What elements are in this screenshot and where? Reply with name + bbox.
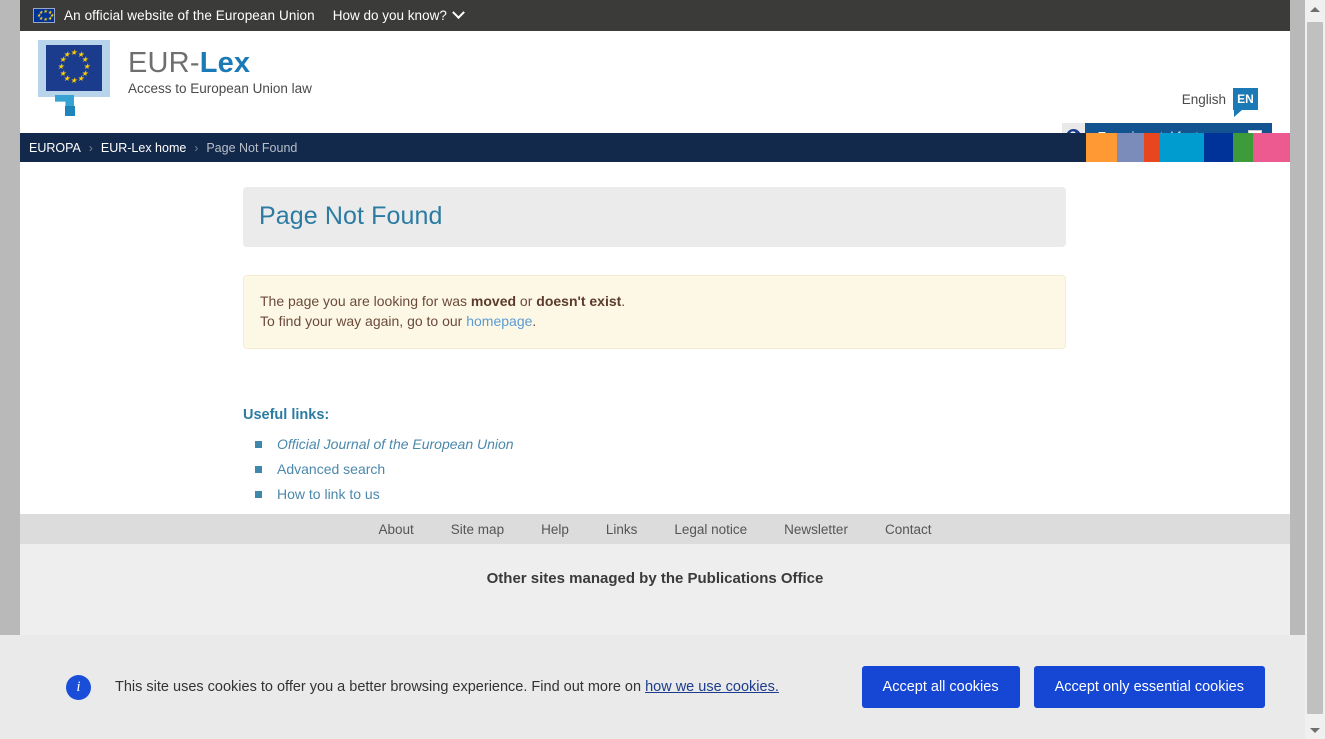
breadcrumb-separator-icon: › bbox=[194, 141, 198, 155]
footer-link-site-map[interactable]: Site map bbox=[451, 522, 504, 537]
main-content: Page Not Found The page you are looking … bbox=[20, 162, 1290, 514]
accept-essential-cookies-button[interactable]: Accept only essential cookies bbox=[1034, 666, 1265, 708]
eurlex-logo-link[interactable]: ★ ★ ★ ★ ★ ★ ★ ★ ★ ★ ★ ★ bbox=[33, 40, 312, 116]
footer-link-contact[interactable]: Contact bbox=[885, 522, 932, 537]
language-label: English bbox=[1182, 92, 1226, 107]
color-stripe bbox=[1160, 133, 1204, 162]
useful-links-section: Useful links: Official Journal of the Eu… bbox=[243, 407, 1066, 507]
page-title-banner: Page Not Found bbox=[243, 187, 1066, 247]
brand-title: EUR-Lex bbox=[128, 47, 250, 79]
cookie-consent-banner: i This site uses cookies to offer you a … bbox=[0, 635, 1325, 739]
alert-text-1: The page you are looking for was bbox=[260, 293, 471, 309]
footer-link-links[interactable]: Links bbox=[606, 522, 638, 537]
alert-line-2: To find your way again, go to our homepa… bbox=[260, 311, 1049, 331]
brand-block: EUR-Lex Access to European Union law bbox=[128, 40, 312, 96]
alert-bold-doesnt-exist: doesn't exist bbox=[536, 293, 621, 309]
footer-navigation: About Site map Help Links Legal notice N… bbox=[20, 514, 1290, 544]
alert-line-1: The page you are looking for was moved o… bbox=[260, 291, 1049, 311]
square-bullet-icon bbox=[255, 491, 262, 498]
footer-link-about[interactable]: About bbox=[379, 522, 414, 537]
link-how-to-link-to-us[interactable]: How to link to us bbox=[277, 486, 380, 502]
brand-primary: EUR- bbox=[128, 47, 200, 79]
footer-link-newsletter[interactable]: Newsletter bbox=[784, 522, 848, 537]
useful-links-list: Official Journal of the European Union A… bbox=[243, 432, 1066, 507]
scroll-down-arrow-icon[interactable] bbox=[1305, 721, 1325, 739]
alert-text-2: or bbox=[516, 293, 536, 309]
cookie-actions: Accept all cookies Accept only essential… bbox=[862, 666, 1265, 708]
vertical-scrollbar[interactable] bbox=[1305, 0, 1325, 739]
link-advanced-search[interactable]: Advanced search bbox=[277, 461, 385, 477]
accept-all-cookies-button[interactable]: Accept all cookies bbox=[862, 666, 1020, 708]
color-stripe bbox=[1204, 133, 1233, 162]
page-content: ★ ★ ★ ★ ★ ★ ★ ★ An official website of t… bbox=[20, 0, 1290, 739]
color-stripe bbox=[1117, 133, 1144, 162]
decorative-color-stripes bbox=[1086, 133, 1290, 162]
footer-link-legal-notice[interactable]: Legal notice bbox=[674, 522, 747, 537]
square-bullet-icon bbox=[255, 441, 262, 448]
brand-tagline: Access to European Union law bbox=[128, 81, 312, 96]
link-official-journal[interactable]: Official Journal of the European Union bbox=[277, 436, 514, 452]
list-item: Advanced search bbox=[255, 457, 1066, 482]
breadcrumb-separator-icon: › bbox=[89, 141, 93, 155]
brand-accent: Lex bbox=[200, 47, 251, 79]
browser-viewport: ★ ★ ★ ★ ★ ★ ★ ★ An official website of t… bbox=[0, 0, 1325, 739]
breadcrumb-item-europa[interactable]: EUROPA bbox=[29, 141, 81, 155]
breadcrumb-item-current: Page Not Found bbox=[206, 141, 297, 155]
breadcrumb: EUROPA › EUR-Lex home › Page Not Found bbox=[20, 133, 1290, 162]
how-do-you-know-label: How do you know? bbox=[333, 8, 447, 23]
scrollbar-thumb[interactable] bbox=[1307, 22, 1323, 714]
color-stripe bbox=[1253, 133, 1290, 162]
alert-text-3: . bbox=[621, 293, 625, 309]
site-header: ★ ★ ★ ★ ★ ★ ★ ★ ★ ★ ★ ★ bbox=[20, 31, 1290, 133]
eurlex-speech-bubble-logo: ★ ★ ★ ★ ★ ★ ★ ★ ★ ★ ★ ★ bbox=[33, 40, 116, 116]
alert-text-5: . bbox=[532, 313, 536, 329]
alert-bold-moved: moved bbox=[471, 293, 516, 309]
eu-banner-label: An official website of the European Unio… bbox=[64, 8, 315, 23]
color-stripe bbox=[1144, 133, 1160, 162]
other-sites-heading: Other sites managed by the Publications … bbox=[20, 570, 1290, 587]
homepage-link[interactable]: homepage bbox=[466, 313, 532, 329]
breadcrumb-item-eurlex-home[interactable]: EUR-Lex home bbox=[101, 141, 186, 155]
how-do-you-know-button[interactable]: How do you know? bbox=[333, 8, 463, 23]
list-item: Official Journal of the European Union bbox=[255, 432, 1066, 457]
footer-link-help[interactable]: Help bbox=[541, 522, 569, 537]
list-item: How to link to us bbox=[255, 482, 1066, 507]
language-selector[interactable]: English EN bbox=[1182, 88, 1258, 110]
scroll-up-arrow-icon[interactable] bbox=[1305, 0, 1325, 18]
square-bullet-icon bbox=[255, 466, 262, 473]
how-we-use-cookies-link[interactable]: how we use cookies. bbox=[645, 679, 779, 695]
eu-official-banner: ★ ★ ★ ★ ★ ★ ★ ★ An official website of t… bbox=[20, 0, 1290, 31]
useful-links-heading: Useful links: bbox=[243, 407, 1066, 423]
not-found-alert: The page you are looking for was moved o… bbox=[243, 275, 1066, 349]
eu-flag-icon: ★ ★ ★ ★ ★ ★ ★ ★ bbox=[33, 8, 55, 23]
alert-text-4: To find your way again, go to our bbox=[260, 313, 466, 329]
color-stripe bbox=[1233, 133, 1253, 162]
cookie-message: This site uses cookies to offer you a be… bbox=[115, 672, 779, 702]
color-stripe bbox=[1086, 133, 1117, 162]
page-title: Page Not Found bbox=[259, 202, 1050, 231]
info-icon: i bbox=[66, 675, 91, 700]
cookie-message-text: This site uses cookies to offer you a be… bbox=[115, 679, 645, 695]
language-code-badge: EN bbox=[1233, 88, 1258, 110]
chevron-down-icon bbox=[452, 6, 465, 19]
